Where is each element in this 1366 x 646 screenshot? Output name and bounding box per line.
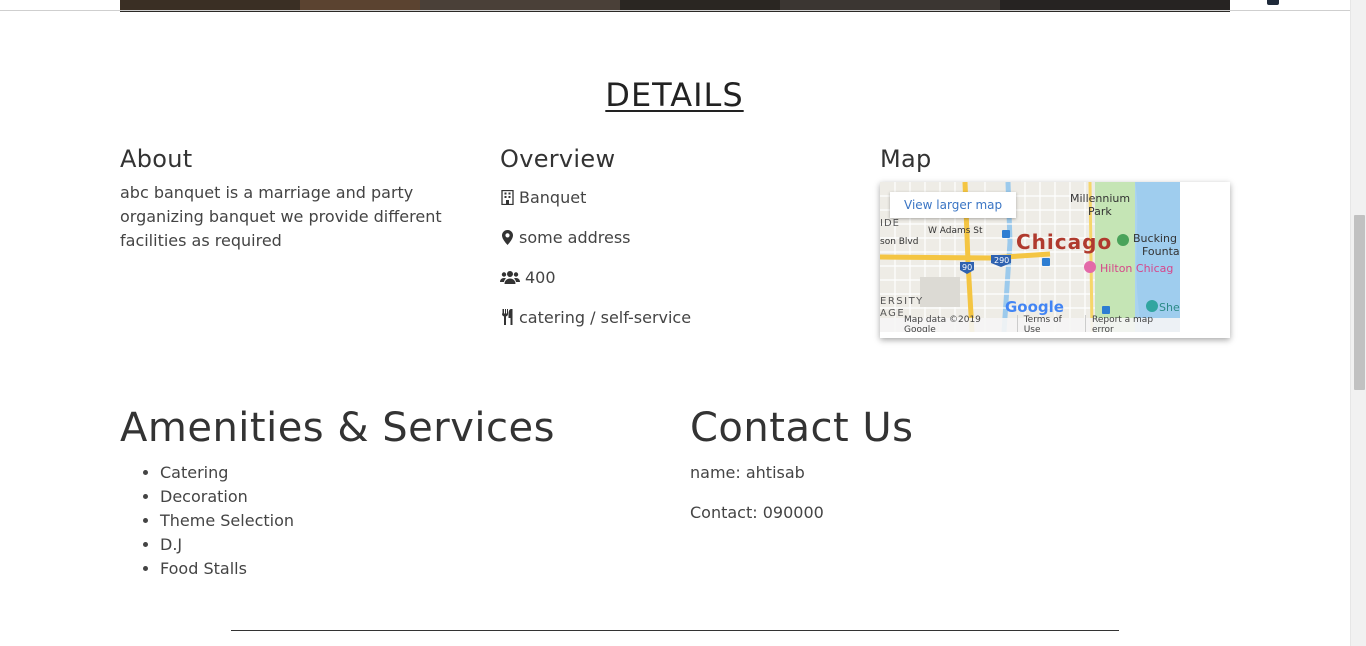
overview-heading: Overview — [500, 145, 616, 173]
overview-item-capacity: 400 — [500, 257, 840, 297]
contact-phone: Contact: 090000 — [690, 503, 824, 522]
building-icon — [500, 189, 514, 205]
header-divider — [0, 10, 1350, 11]
footer-divider — [231, 630, 1119, 631]
map-label-hilton: Hilton Chicag — [1100, 262, 1174, 275]
details-title: DETAILS — [605, 76, 744, 114]
list-item: Catering — [160, 461, 294, 485]
contact-heading: Contact Us — [690, 405, 914, 451]
overview-address-text: some address — [519, 227, 631, 247]
map-label-i290: 290 — [994, 256, 1010, 265]
map-label-blvd: son Blvd — [880, 237, 919, 247]
map-city-label: Chicago — [1016, 230, 1113, 254]
list-item: Food Stalls — [160, 557, 294, 581]
scrollbar-thumb[interactable] — [1354, 215, 1365, 390]
overview-section: Overview Banquet some address 400 cateri… — [500, 145, 840, 337]
utensils-icon — [500, 309, 514, 325]
map-footer: Map data ©2019 Google Terms of Use Repor… — [880, 315, 1180, 332]
about-section: About abc banquet is a marriage and part… — [120, 145, 460, 253]
map-embed[interactable]: Millennium Park Bucking Founta Hilton Ch… — [880, 182, 1230, 338]
view-larger-map-link[interactable]: View larger map — [890, 192, 1017, 218]
map-terms-link[interactable]: Terms of Use — [1018, 315, 1086, 332]
map-report-error-link[interactable]: Report a map error — [1086, 315, 1180, 332]
overview-type-text: Banquet — [519, 187, 587, 207]
corner-badge — [1267, 0, 1279, 5]
overview-item-address: some address — [500, 217, 840, 257]
map-label-adams: W Adams St — [928, 226, 983, 236]
users-icon — [500, 269, 520, 285]
map-data-attribution: Map data ©2019 Google — [898, 315, 1018, 332]
map-label-millennium: Millennium — [1070, 192, 1131, 205]
list-item: D.J — [160, 533, 294, 557]
map-label-ide: IDE — [880, 218, 900, 229]
map-label-i90: 90 — [962, 263, 973, 272]
about-heading: About — [120, 145, 193, 173]
vertical-scrollbar[interactable] — [1350, 0, 1366, 646]
map-label-buckingham: Bucking — [1133, 232, 1177, 245]
amenities-list: Catering Decoration Theme Selection D.J … — [160, 461, 294, 581]
about-text: abc banquet is a marriage and party orga… — [120, 183, 442, 250]
contact-name: name: ahtisab — [690, 463, 805, 482]
list-item: Decoration — [160, 485, 294, 509]
map-marker-icon — [500, 229, 514, 245]
overview-capacity-text: 400 — [525, 267, 556, 287]
list-item: Theme Selection — [160, 509, 294, 533]
overview-catering-text: catering / self-service — [519, 307, 692, 327]
map-label-shed: She — [1159, 301, 1180, 314]
map-label-ersity: ERSITY — [880, 296, 924, 307]
overview-item-catering: catering / self-service — [500, 297, 840, 337]
map-heading: Map — [880, 145, 932, 173]
map-image[interactable]: Millennium Park Bucking Founta Hilton Ch… — [880, 182, 1180, 332]
map-label-fountain: Founta — [1142, 245, 1180, 258]
map-section: Map — [880, 145, 1230, 173]
overview-item-type: Banquet — [500, 177, 840, 217]
map-label-park: Park — [1088, 205, 1112, 218]
google-logo: Google — [1005, 298, 1064, 316]
contact-info: name: ahtisab Contact: 090000 — [690, 461, 824, 541]
amenities-heading: Amenities & Services — [120, 405, 555, 451]
